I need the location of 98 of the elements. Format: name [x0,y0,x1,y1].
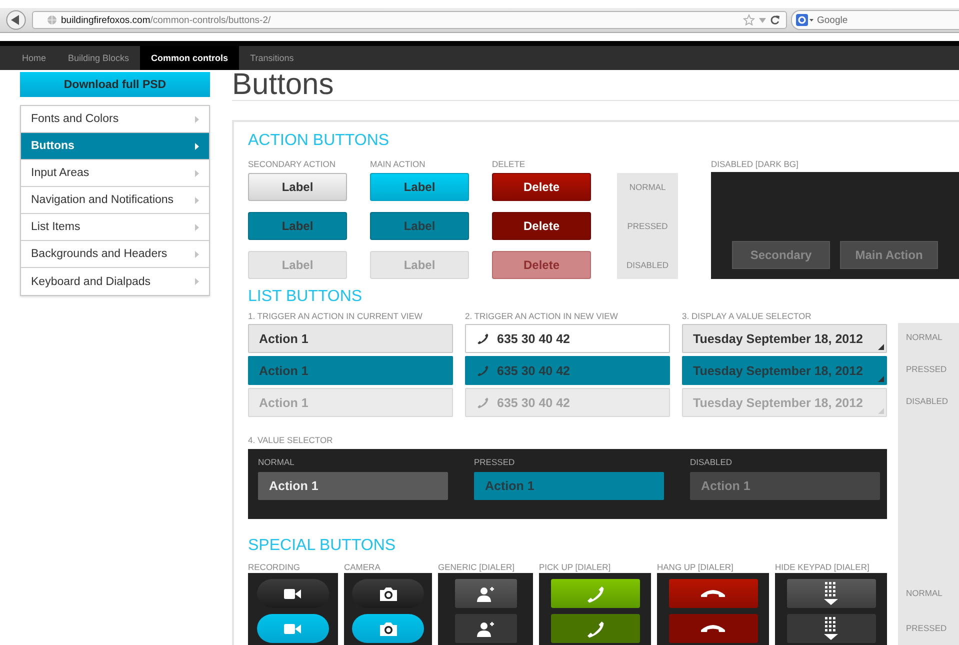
hang-up-icon [700,588,726,599]
sidebar-item[interactable]: Input Areas [21,160,209,187]
state-label: PRESSED [905,622,948,635]
corner-triangle-icon [878,376,884,382]
hang-up-button[interactable] [668,579,758,608]
column-heading: 1. TRIGGER AN ACTION IN CURRENT VIEW [248,311,424,321]
record-button[interactable] [257,579,329,608]
column-heading: CAMERA [344,562,382,572]
sidebar-item[interactable]: Buttons [21,133,209,160]
chevron-icon [195,250,199,258]
record-button[interactable] [257,614,329,643]
search-engine-icon[interactable] [796,14,814,26]
column-heading: SECONDARY ACTION [248,159,337,169]
column-heading: HANG UP [DIALER] [657,562,734,572]
keypad-button[interactable] [786,614,876,643]
column-heading: RECORDING [248,562,301,572]
sidebar-item[interactable]: Keyboard and Dialpads [21,268,209,295]
search-placeholder: Google [817,14,848,26]
camera-button[interactable] [352,579,424,608]
column-heading: PICK UP [DIALER] [539,562,612,572]
chevron-icon [195,170,199,176]
chevron-icon [195,142,199,150]
section-title: ACTION BUTTONS [248,132,390,150]
sidebar-item[interactable]: Navigation and Notifications [21,187,209,214]
value-selector-button[interactable]: Action 1 [258,472,448,500]
action-button[interactable]: Label [370,212,469,240]
state-label: NORMAL [905,587,944,600]
call-button[interactable] [550,614,640,643]
video-camera-icon [284,586,302,600]
phone-icon [585,618,605,638]
state-label: DISABLED [905,395,950,408]
list-button[interactable]: 635 30 40 42 [465,356,670,385]
globe-icon [47,15,57,25]
column-heading: 4. VALUE SELECTOR [248,435,334,445]
list-button[interactable]: Action 1 [248,324,453,353]
state-label: PRESSED [905,363,948,376]
state-label: PRESSED [474,457,516,467]
list-button[interactable]: Tuesday September 18, 2012 [682,356,887,385]
hang-up-icon [700,623,726,634]
list-button[interactable]: 635 30 40 42 [465,324,670,353]
column-heading: HIDE KEYPAD [DIALER] [775,562,870,572]
state-label: NORMAL [258,457,296,467]
action-button[interactable]: Label [248,173,347,201]
add-contact-icon [476,620,494,638]
add-contact-button[interactable] [454,614,516,643]
nav-tab[interactable]: Home [11,46,58,70]
call-button[interactable] [550,579,640,608]
action-button[interactable]: Label [248,212,347,240]
section-title: SPECIAL BUTTONS [248,537,397,555]
phone-icon [585,584,605,604]
reload-icon[interactable] [770,15,780,25]
add-contact-button[interactable] [454,579,516,608]
camera-icon [378,586,398,602]
action-button[interactable]: Label [370,173,469,201]
chevron-icon [195,224,199,230]
section-title: LIST BUTTONS [248,288,364,306]
column-heading: GENERIC [DIALER] [438,562,516,572]
state-label: DISABLED [690,457,734,467]
nav-tab[interactable]: Common controls [140,46,240,70]
video-camera-icon [284,622,302,636]
phone-icon [476,364,489,377]
sidebar-item[interactable]: List Items [21,214,209,241]
state-label: NORMAL [628,181,667,194]
search-field[interactable]: Google [791,10,959,30]
keypad-button[interactable] [786,579,876,608]
url-text: buildingfirefoxos.com/common-controls/buttons-2/ [61,14,271,26]
phone-icon [476,396,489,409]
state-label: PRESSED [626,220,669,233]
corner-triangle-icon [878,344,884,350]
nav-tab[interactable]: Building Blocks [57,46,140,70]
download-button[interactable]: Download full PSD [20,72,210,97]
address-bar[interactable]: buildingfirefoxos.com/common-controls/buttons-2/ [32,11,787,29]
add-contact-icon [476,584,494,602]
back-button[interactable] [6,10,28,30]
corner-triangle-icon [878,408,884,414]
hang-up-button[interactable] [668,614,758,643]
camera-icon [378,620,398,636]
phone-icon [476,332,489,345]
nav-tab[interactable]: Transitions [239,46,305,70]
star-icon[interactable] [743,14,755,26]
page-title: Buttons [232,70,959,101]
chevron-icon [195,116,199,122]
value-selector-button[interactable]: Action 1 [474,472,664,500]
column-heading: 2. TRIGGER AN ACTION IN NEW VIEW [465,311,619,321]
camera-button[interactable] [352,614,424,643]
column-heading: MAIN ACTION [370,159,426,169]
state-label: NORMAL [905,331,944,344]
list-button[interactable]: Action 1 [248,356,453,385]
chevron-icon [195,196,199,204]
sidebar-item[interactable]: Backgrounds and Headers [21,241,209,268]
list-button[interactable]: Tuesday September 18, 2012 [682,324,887,353]
column-heading: DELETE [492,159,526,169]
column-heading: DISABLED [DARK BG] [711,159,800,169]
action-button[interactable]: Delete [492,173,591,201]
action-button[interactable]: Delete [492,212,591,240]
state-label: DISABLED [625,259,670,272]
column-heading: 3. DISPLAY A VALUE SELECTOR [682,311,812,321]
chevron-icon [195,278,199,285]
